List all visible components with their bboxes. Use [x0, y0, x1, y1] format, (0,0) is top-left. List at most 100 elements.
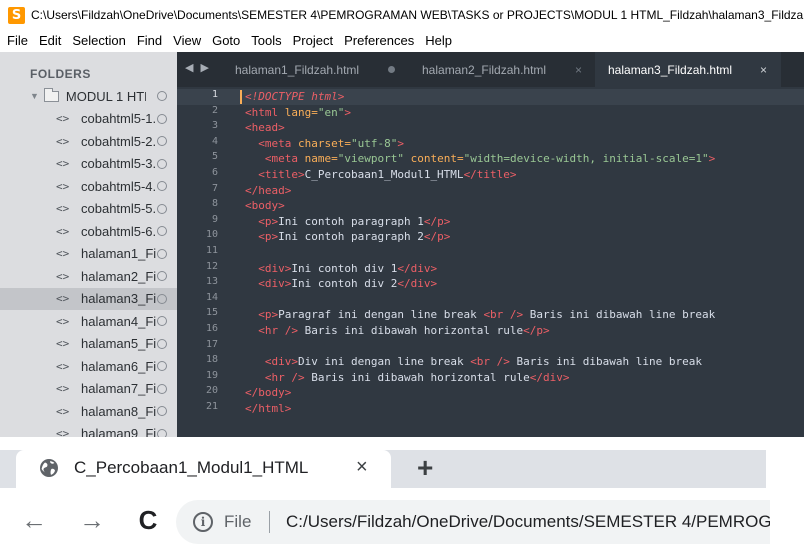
- code-line[interactable]: <title>C_Percobaan1_Modul1_HTML</title>: [245, 167, 804, 183]
- menu-tools[interactable]: Tools: [248, 30, 289, 52]
- close-icon[interactable]: ×: [356, 456, 368, 479]
- sidebar-file-item[interactable]: <> halaman2_Fildzah.html: [0, 265, 177, 288]
- code-token: <meta: [258, 136, 292, 150]
- unsaved-dot-icon[interactable]: [388, 66, 395, 73]
- code-line[interactable]: <!DOCTYPE html>: [245, 89, 804, 105]
- window-title: C:\Users\Fildzah\OneDrive\Documents\SEME…: [31, 8, 804, 22]
- sidebar-file-item[interactable]: <> halaman1_Fildzah.html: [0, 243, 177, 266]
- sidebar-file-label: cobahtml5-3.html: [81, 156, 157, 172]
- sidebar-file-item[interactable]: <> cobahtml5-3.html: [0, 153, 177, 176]
- plus-icon[interactable]: +: [417, 452, 433, 484]
- code-line[interactable]: <p>Ini contoh paragraph 1</p>: [245, 214, 804, 230]
- tab-scroll-arrows-icon[interactable]: ◀ ▶: [185, 61, 211, 74]
- code-editor[interactable]: 1 2 3 4 5 6 7 8 9 10 11 12 13 14 15 16 17 18 19 20 21 <!DOCT…: [177, 87, 804, 437]
- sidebar-file-item[interactable]: <> cobahtml5-6.html: [0, 220, 177, 243]
- code-line[interactable]: <div>Ini contoh div 2</div>: [245, 276, 804, 292]
- url-divider: [269, 511, 270, 533]
- address-bar[interactable]: i File C:/Users/Fildzah/OneDrive/Documen…: [176, 500, 770, 544]
- tab-halaman3-active[interactable]: halaman3_Fildzah.html ×: [595, 52, 781, 87]
- sidebar-file-item[interactable]: <> halaman7_Fildzah.html: [0, 378, 177, 401]
- sidebar-file-label: halaman6_Fildzah.html: [81, 358, 157, 374]
- url-text[interactable]: C:/Users/Fildzah/OneDrive/Documents/SEME…: [286, 512, 770, 532]
- sidebar-file-label: cobahtml5-4.html: [81, 178, 157, 194]
- tab-close-icon[interactable]: ×: [575, 63, 582, 77]
- code-line[interactable]: <div>Div ini dengan line break <br /> Ba…: [245, 354, 804, 370]
- sidebar-file-item[interactable]: <> cobahtml5-4.html: [0, 175, 177, 198]
- menu-help[interactable]: Help: [422, 30, 460, 52]
- code-line[interactable]: <hr /> Baris ini dibawah horizontal rule…: [245, 370, 804, 386]
- code-line[interactable]: [245, 339, 804, 355]
- sidebar-file-label: cobahtml5-6.html: [81, 223, 157, 239]
- code-line[interactable]: </html>: [245, 401, 804, 417]
- code-line[interactable]: <div>Ini contoh div 1</div>: [245, 261, 804, 277]
- reload-icon[interactable]: C: [132, 504, 164, 536]
- line-number: 5: [211, 151, 218, 163]
- file-status-dot-icon: [157, 293, 167, 304]
- sidebar-file-label: halaman5_Fildzah.html: [81, 336, 157, 352]
- file-status-dot-icon: [157, 181, 167, 191]
- code-line[interactable]: [245, 245, 804, 261]
- line-number: 4: [211, 135, 218, 147]
- code-token: <hr />: [258, 323, 298, 337]
- code-token: </p>: [423, 214, 451, 228]
- tab-halaman2[interactable]: halaman2_Fildzah.html ×: [395, 52, 595, 87]
- code-token: </title>: [463, 167, 517, 181]
- tab-close-icon[interactable]: ×: [760, 63, 767, 77]
- forward-arrow-icon[interactable]: →: [76, 504, 108, 536]
- sidebar-file-item[interactable]: <> halaman8_Fildzah.html: [0, 400, 177, 423]
- code-line[interactable]: [245, 292, 804, 308]
- info-icon[interactable]: i: [193, 512, 213, 532]
- sidebar-file-label: cobahtml5-5.html: [81, 201, 157, 217]
- text-cursor: [240, 90, 242, 104]
- code-line[interactable]: </body>: [245, 385, 804, 401]
- menu-selection[interactable]: Selection: [69, 30, 133, 52]
- code-file-icon: <>: [56, 337, 70, 351]
- sidebar-file-item[interactable]: <> halaman6_Fildzah.html: [0, 355, 177, 378]
- back-arrow-icon[interactable]: ←: [18, 504, 50, 536]
- code-token: <head>: [245, 121, 285, 135]
- code-line[interactable]: <html lang="en">: [245, 105, 804, 121]
- menu-view[interactable]: View: [170, 30, 209, 52]
- menu-edit[interactable]: Edit: [36, 30, 69, 52]
- code-token: Baris ini dibawah horizontal rule: [298, 323, 524, 337]
- code-line[interactable]: <head>: [245, 120, 804, 136]
- sidebar-file-item[interactable]: <> cobahtml5-5.html: [0, 198, 177, 221]
- sidebar-file-item-active[interactable]: <> halaman3_Fildzah.html: [0, 287, 177, 310]
- menu-preferences[interactable]: Preferences: [341, 30, 422, 52]
- code-line[interactable]: <p>Ini contoh paragraph 2</p>: [245, 229, 804, 245]
- code-token: >: [708, 152, 716, 166]
- sidebar-file-item[interactable]: <> halaman4_Fildzah.html: [0, 310, 177, 333]
- code-line[interactable]: <meta name="viewport" content="width=dev…: [245, 151, 804, 167]
- sidebar-title: FOLDERS: [30, 67, 91, 81]
- code-line[interactable]: <body>: [245, 198, 804, 214]
- code-line[interactable]: <meta charset="utf-8">: [245, 136, 804, 152]
- tab-halaman1[interactable]: halaman1_Fildzah.html: [209, 52, 395, 87]
- code-line[interactable]: <hr /> Baris ini dibawah horizontal rule…: [245, 323, 804, 339]
- sidebar-file-item[interactable]: <> halaman9_Fildzah.html: [0, 423, 177, 437]
- line-number: 9: [211, 213, 218, 225]
- menu-goto[interactable]: Goto: [209, 30, 248, 52]
- code-token: content=: [403, 152, 464, 166]
- line-number: 17: [205, 338, 218, 350]
- sidebar-file-item[interactable]: <> halaman5_Fildzah.html: [0, 333, 177, 356]
- menu-find[interactable]: Find: [134, 30, 170, 52]
- sidebar-file-label: halaman9_Fildzah.html: [81, 426, 157, 437]
- menu-project[interactable]: Project: [290, 30, 341, 52]
- code-token: <hr />: [264, 370, 305, 384]
- folder-row[interactable]: ▼ MODUL 1 HTML_Fildzah: [0, 85, 177, 108]
- code-token: Ini contoh paragraph 1: [278, 214, 424, 228]
- sidebar-file-item[interactable]: <> cobahtml5-1.html: [0, 108, 177, 131]
- code-line[interactable]: </head>: [245, 183, 804, 199]
- code-line[interactable]: <p>Paragraf ini dengan line break <br />…: [245, 307, 804, 323]
- disclosure-triangle-icon[interactable]: ▼: [30, 91, 39, 101]
- menu-file[interactable]: File: [4, 30, 36, 52]
- code-token: lang=: [278, 105, 318, 119]
- browser-tab[interactable]: C_Percobaan1_Modul1_HTML ×: [16, 450, 391, 494]
- code-token: charset=: [291, 136, 351, 150]
- code-content[interactable]: <!DOCTYPE html> <html lang="en"> <head> <m…: [245, 89, 804, 416]
- sidebar-file-item[interactable]: <> cobahtml5-2.html: [0, 130, 177, 153]
- file-status-dot-icon: [157, 226, 167, 236]
